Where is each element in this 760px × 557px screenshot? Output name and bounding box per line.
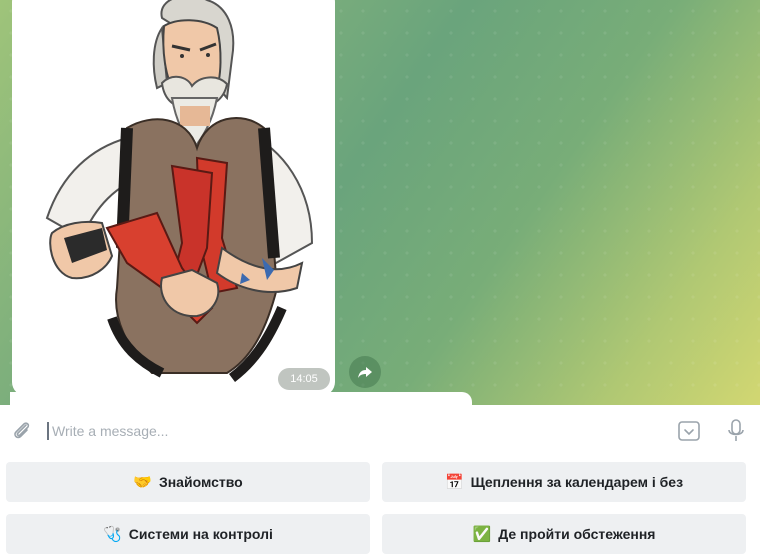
sticker-message[interactable] xyxy=(12,0,335,396)
check-icon: ✅ xyxy=(472,526,492,543)
keyboard-button-examination[interactable]: ✅ Де пройти обстеження xyxy=(382,514,746,554)
handshake-icon: 🤝 xyxy=(133,474,152,491)
message-input[interactable] xyxy=(52,418,652,444)
forward-button[interactable] xyxy=(349,356,381,388)
keyboard-button-vaccination[interactable]: 📅 Щеплення за календарем і без xyxy=(382,462,746,502)
calendar-icon: 📅 xyxy=(444,474,464,491)
keyboard-button-label: Де пройти обстеження xyxy=(498,526,656,542)
keyboard-icon[interactable] xyxy=(676,419,702,443)
sticker-image xyxy=(45,0,314,382)
composer xyxy=(0,405,760,457)
microphone-icon[interactable] xyxy=(724,417,748,445)
keyboard-button-systems[interactable]: 🩺 Системи на контролі xyxy=(6,514,370,554)
keyboard-button-label: Знайомство xyxy=(158,474,243,490)
keyboard-button-acquaintance[interactable]: 🤝 Знайомство xyxy=(6,462,370,502)
keyboard-button-label: Системи на контролі xyxy=(128,526,273,542)
reply-keyboard: 🤝 Знайомство 📅 Щеплення за календарем і … xyxy=(0,457,760,557)
forward-icon xyxy=(358,367,372,378)
text-caret xyxy=(47,422,49,440)
keyboard-button-label: Щеплення за календарем і без xyxy=(470,474,684,490)
message-time: 14:05 xyxy=(278,368,330,390)
stethoscope-icon: 🩺 xyxy=(103,526,122,543)
paperclip-icon[interactable] xyxy=(10,419,34,443)
